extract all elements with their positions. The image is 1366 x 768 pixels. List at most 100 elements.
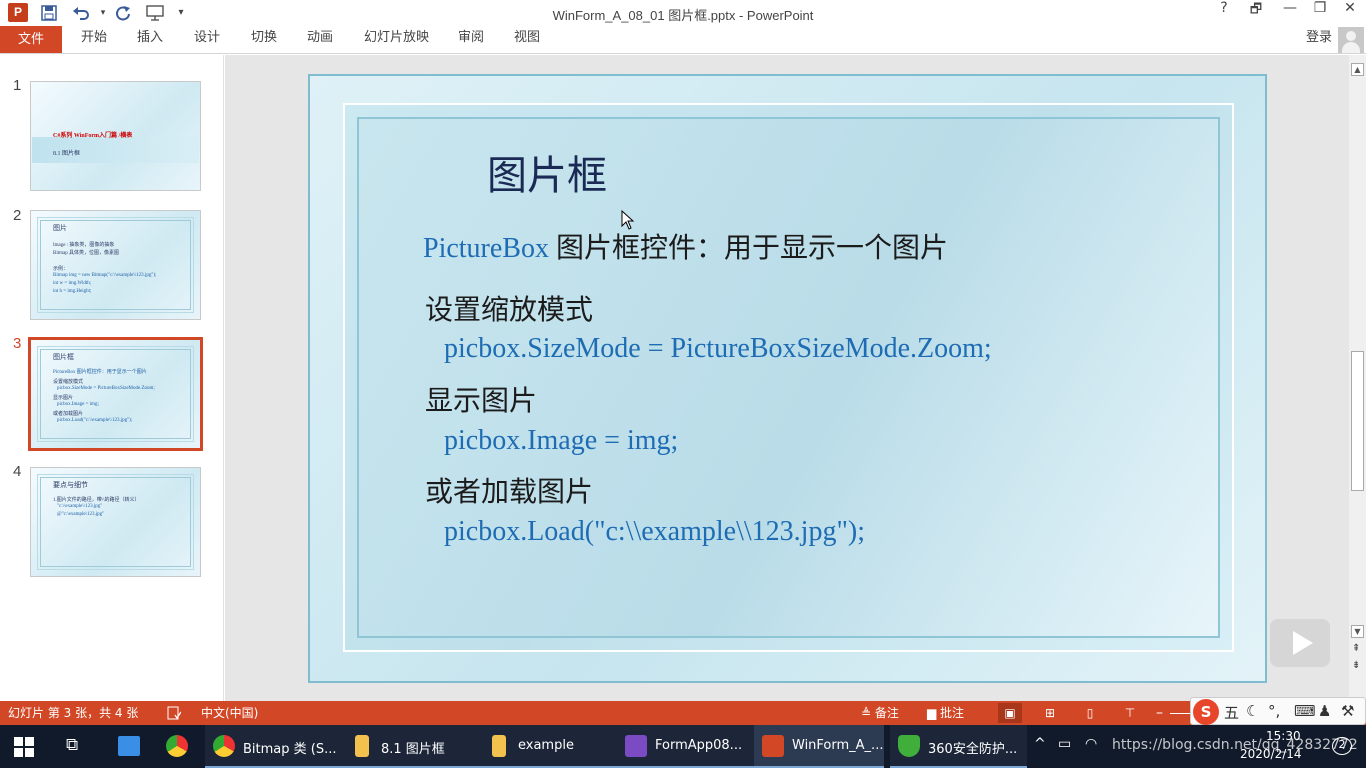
tab-insert[interactable]: 插入 — [137, 26, 163, 53]
slide-editor[interactable]: 图片框 PictureBox 图片框控件：用于显示一个图片 设置缩放模式 pic… — [225, 55, 1349, 701]
window-title: WinForm_A_08_01 图片框.pptx - PowerPoint — [552, 8, 814, 23]
notes-icon: ≜ — [861, 706, 875, 720]
thumbnail-number: 1 — [13, 77, 22, 94]
taskbar-label: Bitmap 类 (S... — [243, 742, 337, 757]
chevron-up-icon[interactable]: ^ — [1034, 736, 1046, 752]
next-slide-icon[interactable]: ⇟ — [1352, 660, 1360, 671]
reading-view-button[interactable]: ▯ — [1078, 703, 1102, 723]
user-icon[interactable]: ♟ — [1318, 702, 1331, 720]
language-status[interactable]: 中文(中国) — [201, 701, 258, 725]
zoom-out-icon[interactable]: – — [1156, 701, 1163, 725]
slide-line-load-code[interactable]: picbox.Load("c:\\example\\123.jpg"); — [444, 516, 865, 548]
thumbnail-text: picbox.Load("c:\\example\\123.jpg"); — [57, 418, 133, 423]
tab-slideshow[interactable]: 幻灯片放映 — [364, 26, 429, 53]
slide-thumbnail-pane: 1 C#系列 WinForm入门篇 /横表 8.1 图片框 2 图片 Image… — [0, 55, 224, 701]
taskbar-item-visual-studio[interactable]: FormApp08... — [617, 725, 754, 768]
thumbnail-text: 示例： — [53, 267, 69, 272]
picturebox-keyword: PictureBox — [423, 233, 549, 264]
visual-studio-icon — [625, 735, 647, 757]
keyboard-icon[interactable]: ⌨ — [1294, 702, 1316, 720]
task-view-icon[interactable]: ⧉ — [66, 735, 78, 755]
store-icon[interactable] — [118, 736, 140, 756]
moon-icon[interactable]: ☾ — [1246, 702, 1259, 720]
avatar[interactable] — [1338, 27, 1364, 53]
previous-slide-icon[interactable]: ⇞ — [1352, 643, 1360, 654]
tab-animations[interactable]: 动画 — [307, 26, 333, 53]
spellcheck-icon[interactable] — [167, 706, 181, 720]
slide-line-sizemode-code[interactable]: picbox.SizeMode = PictureBoxSizeMode.Zoo… — [444, 333, 992, 365]
chrome-icon[interactable] — [166, 735, 188, 757]
slide-line-sizemode-heading[interactable]: 设置缩放模式 — [425, 288, 593, 328]
ime-mode-indicator[interactable]: 五 — [1224, 702, 1239, 723]
slide-line-load-heading[interactable]: 或者加载图片 — [425, 470, 593, 510]
thumbnail-text: 或者加载图片 — [53, 412, 84, 417]
zoom-slider[interactable] — [1170, 713, 1192, 714]
current-slide[interactable]: 图片框 PictureBox 图片框控件：用于显示一个图片 设置缩放模式 pic… — [308, 74, 1267, 683]
thumbnail-text: @"c:\example\123.jpg" — [57, 512, 105, 517]
slide-line-image-code[interactable]: picbox.Image = img; — [444, 425, 678, 457]
wifi-icon[interactable]: ◠ — [1085, 736, 1097, 752]
undo-dropdown-icon[interactable]: ▾ — [92, 2, 114, 24]
tab-design[interactable]: 设计 — [194, 26, 220, 53]
tab-review[interactable]: 审阅 — [458, 26, 484, 53]
slide-line-show-image[interactable]: 显示图片 — [425, 379, 537, 419]
taskbar-label: FormApp08... — [655, 738, 743, 753]
scroll-down-arrow-icon[interactable]: ▼ — [1351, 625, 1364, 638]
vertical-scrollbar[interactable]: ▲ ▼ ⇞ ⇟ — [1349, 55, 1366, 701]
folder-icon — [355, 735, 369, 757]
slide-thumbnail-4[interactable]: 要点与细节 1.图片文件的路径，带\\的路径（转义） "c:\\example\… — [30, 467, 201, 577]
slide-thumbnail-2[interactable]: 图片 Image : 抽象类，图像的抽象 Bitmap 具体类，位图，像素图 示… — [30, 210, 201, 320]
battery-icon[interactable]: ▭ — [1058, 736, 1071, 752]
windows-start-icon[interactable] — [14, 737, 34, 757]
punctuation-icon[interactable]: °, — [1268, 702, 1280, 720]
customize-qat-icon[interactable]: ▾ — [170, 2, 192, 24]
powerpoint-icon: P — [8, 3, 28, 22]
slide-line-picturebox[interactable]: PictureBox 图片框控件：用于显示一个图片 — [423, 226, 948, 266]
thumbnail-text: Bitmap img = new Bitmap("c:\\example\\12… — [53, 273, 157, 278]
wrench-icon[interactable]: ⚒ — [1341, 702, 1354, 720]
watermark-url: https://blog.csdn.net/qq_42832772 — [1112, 737, 1358, 753]
tab-transitions[interactable]: 切换 — [251, 26, 277, 53]
ribbon-display-button[interactable]: 🗗 — [1240, 0, 1272, 26]
notes-button[interactable]: ≜ 备注 — [861, 701, 899, 725]
slide-thumbnail-1[interactable]: C#系列 WinForm入门篇 /横表 8.1 图片框 — [30, 81, 201, 191]
thumbnail-text: 1.图片文件的路径，带\\的路径（转义） — [53, 498, 140, 503]
slide-sorter-view-button[interactable]: ⊞ — [1038, 703, 1062, 723]
video-play-overlay-icon[interactable] — [1270, 619, 1330, 667]
help-button[interactable]: ? — [1208, 0, 1240, 26]
taskbar-item-360[interactable]: 360安全防护... — [890, 725, 1027, 768]
sign-in-link[interactable]: 登录 — [1306, 26, 1332, 53]
thumbnail-text: 设置缩放模式 — [53, 380, 84, 385]
scroll-up-arrow-icon[interactable]: ▲ — [1351, 63, 1364, 76]
taskbar-label: 8.1 图片框 — [381, 742, 445, 757]
comments-icon: ▆ — [927, 706, 941, 720]
tab-view[interactable]: 视图 — [514, 26, 540, 53]
thumbnail-text: Bitmap 具体类，位图，像素图 — [53, 251, 119, 256]
taskbar-item-powerpoint[interactable]: WinForm_A_... — [754, 725, 884, 768]
thumbnail-text: 显示图片 — [53, 396, 74, 401]
slide-thumbnail-3[interactable]: 图片框 PictureBox 图片框控件：用于显示一个图片 设置缩放模式 pic… — [28, 337, 203, 451]
taskbar-item-folder-picturebox[interactable]: 8.1 图片框 — [343, 725, 480, 768]
notes-label: 备注 — [874, 706, 899, 720]
chrome-icon — [213, 735, 235, 757]
maximize-button[interactable]: ❐ — [1304, 0, 1336, 26]
save-icon[interactable] — [38, 2, 60, 24]
redo-icon[interactable] — [112, 2, 134, 24]
normal-view-button[interactable]: ▣ — [998, 703, 1022, 723]
thumbnail-number: 2 — [13, 207, 22, 224]
taskbar-item-bitmap[interactable]: Bitmap 类 (S... — [205, 725, 343, 768]
tab-file[interactable]: 文件 — [0, 26, 62, 53]
present-icon[interactable] — [144, 2, 166, 24]
minimize-button[interactable]: — — [1274, 0, 1306, 26]
taskbar-item-folder-example[interactable]: example — [480, 725, 617, 768]
tab-home[interactable]: 开始 — [81, 26, 107, 53]
scrollbar-thumb[interactable] — [1351, 351, 1364, 491]
taskbar-label: example — [518, 738, 574, 753]
sogou-ime-icon[interactable]: S — [1193, 699, 1219, 725]
close-button[interactable]: ✕ — [1334, 0, 1366, 26]
comments-button[interactable]: ▆ 批注 — [927, 701, 964, 725]
ime-toolbar[interactable]: S 五 ☾ °, ⌨ ♟ ⚒ — [1190, 697, 1366, 725]
undo-icon[interactable] — [70, 2, 92, 24]
slideshow-view-button[interactable]: ⊤ — [1118, 703, 1142, 723]
slide-title[interactable]: 图片框 — [487, 143, 607, 201]
